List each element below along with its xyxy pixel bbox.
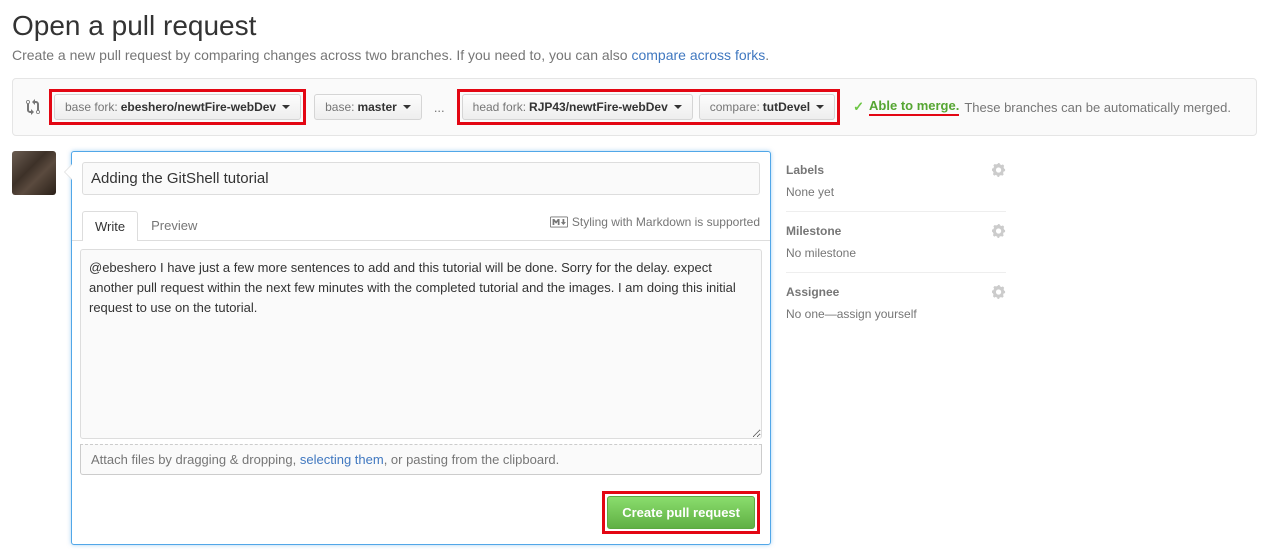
compare-label: compare:: [710, 100, 760, 114]
sidebar-milestone: Milestone No milestone: [786, 212, 1006, 273]
base-fork-label: base fork:: [65, 100, 118, 114]
git-compare-icon: [25, 99, 41, 115]
subtitle-suffix: .: [765, 47, 769, 63]
milestone-value: No milestone: [786, 246, 1006, 260]
highlight-base-fork: base fork: ebeshero/newtFire-webDev: [49, 89, 306, 125]
markdown-hint-text: Styling with Markdown is supported: [572, 215, 760, 229]
gear-icon[interactable]: [992, 224, 1006, 238]
highlight-submit: Create pull request: [602, 491, 760, 534]
subtitle-text: Create a new pull request by comparing c…: [12, 47, 631, 63]
assign-yourself-link[interactable]: No one—assign yourself: [786, 307, 917, 321]
range-ellipsis: ...: [430, 100, 449, 115]
milestone-title: Milestone: [786, 224, 841, 238]
page-title: Open a pull request: [12, 10, 1257, 42]
markdown-hint[interactable]: Styling with Markdown is supported: [550, 215, 760, 236]
base-value: master: [357, 100, 396, 114]
sidebar: Labels None yet Milestone No milestone A…: [786, 151, 1006, 333]
chevron-down-icon: [282, 105, 290, 109]
chevron-down-icon: [403, 105, 411, 109]
markdown-icon: [550, 216, 568, 228]
compare-branch-select[interactable]: compare: tutDevel: [699, 94, 835, 120]
assignee-title: Assignee: [786, 285, 839, 299]
attach-hint[interactable]: Attach files by dragging & dropping, sel…: [80, 444, 762, 475]
create-pr-button[interactable]: Create pull request: [607, 496, 755, 529]
sidebar-assignee: Assignee No one—assign yourself: [786, 273, 1006, 333]
base-label: base:: [325, 100, 354, 114]
attach-prefix: Attach files by dragging & dropping,: [91, 452, 300, 467]
base-fork-value: ebeshero/newtFire-webDev: [121, 100, 276, 114]
sidebar-labels: Labels None yet: [786, 151, 1006, 212]
merge-able-text: Able to merge.: [869, 98, 959, 116]
gear-icon[interactable]: [992, 163, 1006, 177]
compare-forks-link[interactable]: compare across forks: [631, 47, 765, 63]
range-editor: base fork: ebeshero/newtFire-webDev base…: [12, 78, 1257, 136]
avatar[interactable]: [12, 151, 56, 195]
comment-form: Write Preview Styling with Markdown is s…: [71, 151, 771, 545]
attach-select-link[interactable]: selecting them: [300, 452, 384, 467]
base-branch-select[interactable]: base: master: [314, 94, 422, 120]
check-icon: ✓: [853, 99, 864, 115]
tab-preview[interactable]: Preview: [138, 210, 210, 240]
assignee-value: No one—assign yourself: [786, 307, 1006, 321]
merge-status: ✓ Able to merge. These branches can be a…: [853, 98, 1231, 116]
editor-tabs: Write Preview Styling with Markdown is s…: [72, 210, 770, 241]
labels-title: Labels: [786, 163, 824, 177]
page-subtitle: Create a new pull request by comparing c…: [12, 47, 1257, 63]
attach-suffix: , or pasting from the clipboard.: [384, 452, 560, 467]
base-fork-select[interactable]: base fork: ebeshero/newtFire-webDev: [54, 94, 301, 120]
gear-icon[interactable]: [992, 285, 1006, 299]
head-fork-select[interactable]: head fork: RJP43/newtFire-webDev: [462, 94, 693, 120]
pr-title-input[interactable]: [82, 162, 760, 195]
chevron-down-icon: [816, 105, 824, 109]
highlight-head-fork: head fork: RJP43/newtFire-webDev compare…: [457, 89, 840, 125]
head-fork-label: head fork:: [473, 100, 526, 114]
compare-value: tutDevel: [763, 100, 810, 114]
pr-body-textarea[interactable]: @ebeshero I have just a few more sentenc…: [80, 249, 762, 439]
head-fork-value: RJP43/newtFire-webDev: [529, 100, 668, 114]
chevron-down-icon: [674, 105, 682, 109]
labels-value: None yet: [786, 185, 1006, 199]
tab-write[interactable]: Write: [82, 211, 138, 241]
merge-msg: These branches can be automatically merg…: [964, 100, 1231, 115]
